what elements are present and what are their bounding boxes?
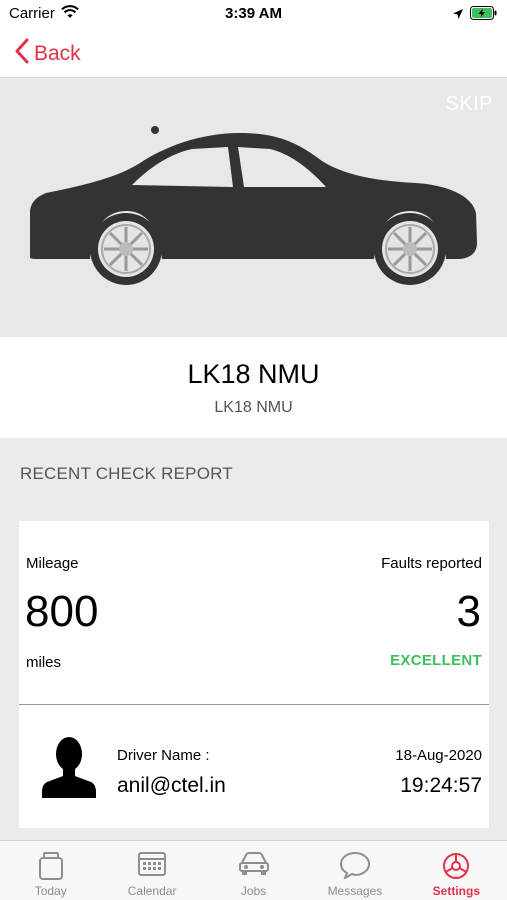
- rating-badge: EXCELLENT: [390, 652, 482, 669]
- faults-value: 3: [456, 587, 481, 636]
- battery-charging-icon: [470, 6, 498, 25]
- chevron-left-icon: [14, 38, 30, 69]
- navigation-bar: Back: [0, 28, 507, 78]
- vehicle-info-card: LK18 NMU LK18 NMU: [0, 337, 507, 438]
- tab-label: Calendar: [127, 884, 177, 898]
- mileage-unit: miles: [26, 654, 62, 671]
- location-arrow-icon: [452, 7, 464, 25]
- report-date: 18-Aug-2020: [395, 747, 482, 764]
- back-button[interactable]: Back: [14, 38, 81, 69]
- divider: [19, 704, 489, 705]
- section-title-recent-check: RECENT CHECK REPORT: [20, 464, 233, 483]
- status-bar: Carrier 3:39 AM: [0, 0, 507, 28]
- faults-label: Faults reported: [381, 555, 482, 572]
- report-time: 19:24:57: [400, 774, 482, 797]
- tab-label: Jobs: [240, 884, 267, 898]
- mileage-value: 800: [25, 587, 99, 636]
- skip-button[interactable]: SKIP: [445, 93, 493, 116]
- tab-today[interactable]: Today: [0, 841, 101, 900]
- tab-label: Messages: [327, 884, 383, 898]
- tab-settings[interactable]: Settings: [406, 841, 507, 900]
- driver-name-value: anil@ctel.in: [117, 774, 226, 797]
- tab-label: Settings: [432, 884, 480, 898]
- car-silhouette-icon: [26, 125, 481, 290]
- driver-avatar-icon: [41, 736, 97, 803]
- tab-messages[interactable]: Messages: [304, 841, 405, 900]
- status-time: 3:39 AM: [225, 5, 282, 22]
- check-report-card[interactable]: Mileage Faults reported 800 3 miles EXCE…: [19, 521, 489, 828]
- vehicle-image-banner: SKIP: [0, 79, 507, 337]
- tab-jobs[interactable]: Jobs: [203, 841, 304, 900]
- vehicle-registration-subtitle: LK18 NMU: [214, 399, 293, 416]
- mileage-label: Mileage: [26, 555, 79, 572]
- back-label: Back: [34, 41, 81, 65]
- tab-bar: Today Calendar Jobs Messages Settings: [0, 840, 507, 900]
- tab-calendar[interactable]: Calendar: [101, 841, 202, 900]
- vehicle-registration-title: LK18 NMU: [187, 359, 320, 389]
- driver-name-label: Driver Name :: [117, 747, 210, 764]
- tab-label: Today: [34, 884, 67, 898]
